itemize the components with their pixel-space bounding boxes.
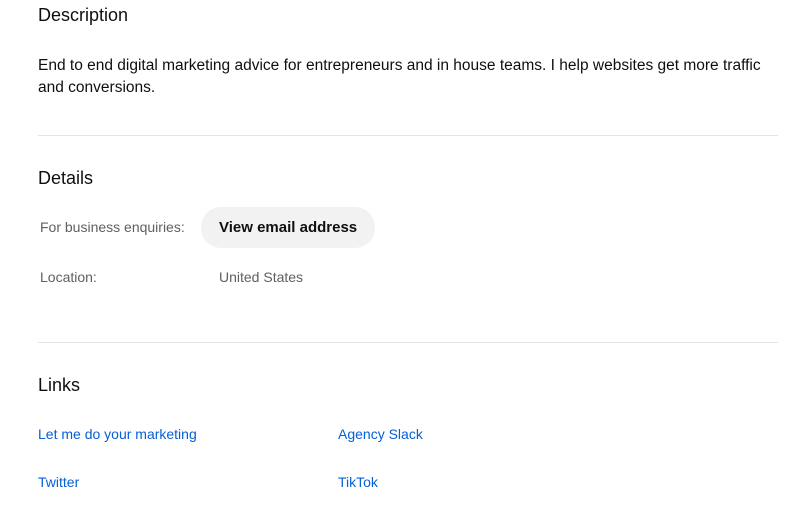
channel-about-page: Description End to end digital marketing… xyxy=(0,0,800,511)
details-heading: Details xyxy=(38,168,94,188)
link-tiktok[interactable]: TikTok xyxy=(338,474,378,490)
links-heading: Links xyxy=(38,375,81,395)
view-email-address-button[interactable]: View email address xyxy=(201,207,376,248)
location-label: Location: xyxy=(40,269,97,285)
business-enquiries-label: For business enquiries: xyxy=(40,219,185,235)
link-marketing[interactable]: Let me do your marketing xyxy=(38,426,197,442)
link-agency-slack[interactable]: Agency Slack xyxy=(338,426,423,442)
link-twitter[interactable]: Twitter xyxy=(38,474,79,490)
divider xyxy=(38,135,778,136)
description-heading: Description xyxy=(38,5,129,25)
description-text: End to end digital marketing advice for … xyxy=(38,57,761,96)
divider xyxy=(38,342,778,343)
location-value: United States xyxy=(219,269,304,285)
